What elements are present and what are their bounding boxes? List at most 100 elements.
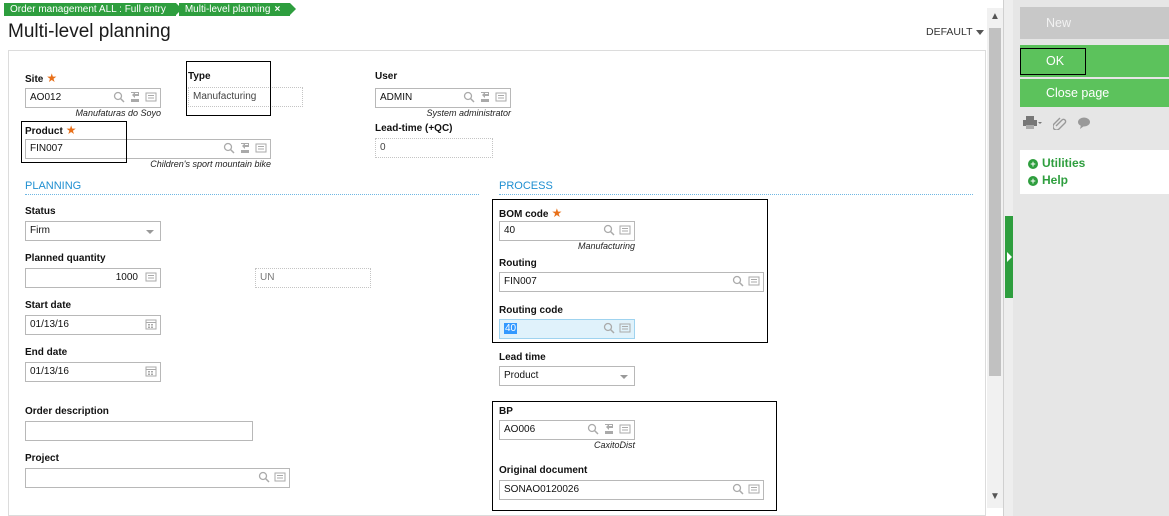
site-description: Manufaturas do Soyo [75, 108, 161, 118]
product-field[interactable]: FIN007 [25, 139, 271, 159]
routing-label: Routing [499, 258, 537, 269]
selection-icon[interactable] [495, 91, 507, 103]
form-panel: Site ★ AO012 Manufaturas do Soyo Type Man… [8, 50, 986, 516]
lead-time-qc-field: 0 [375, 138, 493, 158]
selection-icon[interactable] [748, 275, 760, 287]
page-title: Multi-level planning [8, 21, 171, 42]
calendar-icon[interactable] [145, 365, 157, 377]
bom-code-label: BOM code ★ [499, 206, 563, 220]
default-menu[interactable]: DEFAULT [926, 26, 985, 38]
search-icon[interactable] [732, 275, 744, 287]
calculator-icon[interactable] [145, 271, 157, 283]
search-icon[interactable] [603, 322, 615, 334]
calendar-icon[interactable] [145, 318, 157, 330]
selection-icon[interactable] [748, 483, 760, 495]
utilities-link[interactable]: + Utilities [1028, 155, 1161, 172]
jump-icon[interactable] [479, 91, 491, 103]
site-field[interactable]: AO012 [25, 88, 161, 108]
jump-icon[interactable] [239, 142, 251, 154]
end-date-label: End date [25, 347, 68, 358]
site-label: Site ★ [25, 71, 58, 85]
close-page-button[interactable]: Close page [1020, 79, 1169, 107]
plus-icon: + [1028, 158, 1038, 169]
chevron-up-icon[interactable]: ▲ [990, 12, 1000, 22]
links-panel: + Utilities + Help [1020, 150, 1169, 194]
required-star-icon: ★ [551, 206, 563, 220]
selection-icon[interactable] [255, 142, 267, 154]
order-description-field[interactable] [25, 421, 253, 441]
panel-divider [1003, 0, 1014, 516]
process-section-title: PROCESS [499, 180, 553, 192]
routing-code-field[interactable]: 40 [499, 319, 635, 339]
bom-code-description: Manufacturing [577, 241, 635, 251]
planned-quantity-field[interactable]: 1000 [25, 268, 161, 288]
search-icon[interactable] [463, 91, 475, 103]
required-star-icon: ★ [65, 123, 77, 137]
search-icon[interactable] [603, 224, 615, 236]
search-icon[interactable] [587, 423, 599, 435]
help-link[interactable]: + Help [1028, 172, 1161, 189]
search-icon[interactable] [258, 471, 270, 483]
jump-icon[interactable] [129, 91, 141, 103]
selection-icon[interactable] [274, 471, 286, 483]
start-date-field[interactable]: 01/13/16 [25, 315, 161, 335]
chevron-down-icon [976, 29, 985, 35]
selection-icon[interactable] [619, 224, 631, 236]
product-label: Product ★ [25, 123, 77, 137]
search-icon[interactable] [732, 483, 744, 495]
chevron-down-icon [146, 230, 154, 234]
plus-icon: + [1028, 175, 1038, 186]
user-description: System administrator [426, 108, 511, 118]
required-star-icon: ★ [46, 71, 58, 85]
project-label: Project [25, 453, 59, 464]
status-select[interactable]: Firm [25, 221, 161, 241]
jump-icon[interactable] [603, 423, 615, 435]
bom-code-field[interactable]: 40 [499, 221, 635, 241]
search-icon[interactable] [113, 91, 125, 103]
planning-section-title: PLANNING [25, 180, 82, 192]
product-description: Children's sport mountain bike [150, 159, 271, 169]
chevron-down-icon[interactable]: ▼ [990, 492, 1000, 502]
user-field[interactable]: ADMIN [375, 88, 511, 108]
new-button[interactable]: New [1020, 7, 1169, 39]
lead-time-qc-label: Lead-time (+QC) [375, 123, 453, 134]
breadcrumb-item-order-management[interactable]: Order management ALL : Full entry [4, 3, 182, 16]
planned-quantity-label: Planned quantity [25, 253, 106, 264]
print-icon[interactable] [1023, 116, 1043, 133]
section-divider [25, 194, 479, 195]
type-label: Type [188, 71, 211, 82]
selection-icon[interactable] [145, 91, 157, 103]
close-icon[interactable]: × [274, 4, 280, 15]
bp-label: BP [499, 406, 513, 417]
unit-field: UN [255, 268, 371, 288]
attachment-icon[interactable] [1052, 116, 1067, 133]
selection-icon[interactable] [619, 322, 631, 334]
breadcrumb: Order management ALL : Full entry Multi-… [4, 3, 297, 16]
ok-button[interactable]: OK [1020, 45, 1169, 77]
routing-field[interactable]: FIN007 [499, 272, 764, 292]
search-icon[interactable] [223, 142, 235, 154]
original-document-label: Original document [499, 465, 588, 476]
scrollbar-thumb[interactable] [989, 28, 1001, 376]
lead-time-label: Lead time [499, 352, 546, 363]
user-label: User [375, 71, 398, 82]
chevron-down-icon [620, 375, 628, 379]
original-document-field[interactable]: SONAO0120026 [499, 480, 764, 500]
routing-code-label: Routing code [499, 305, 563, 316]
comment-icon[interactable] [1077, 116, 1091, 133]
status-label: Status [25, 206, 56, 217]
end-date-field[interactable]: 01/13/16 [25, 362, 161, 382]
action-panel: New OK Close page + Utilities + Help [1013, 0, 1169, 516]
selection-icon[interactable] [619, 423, 631, 435]
section-divider [499, 194, 973, 195]
vertical-scrollbar[interactable]: ▲ ▼ [987, 8, 1003, 508]
start-date-label: Start date [25, 300, 72, 311]
order-description-label: Order description [25, 406, 109, 417]
bp-description: CaxitoDist [593, 440, 635, 450]
bp-field[interactable]: AO006 [499, 420, 635, 440]
type-field: Manufacturing [188, 87, 303, 107]
toolbar [1023, 116, 1091, 133]
lead-time-select[interactable]: Product [499, 366, 635, 386]
breadcrumb-item-multi-level-planning[interactable]: Multi-level planning × [178, 3, 297, 16]
project-field[interactable] [25, 468, 290, 488]
